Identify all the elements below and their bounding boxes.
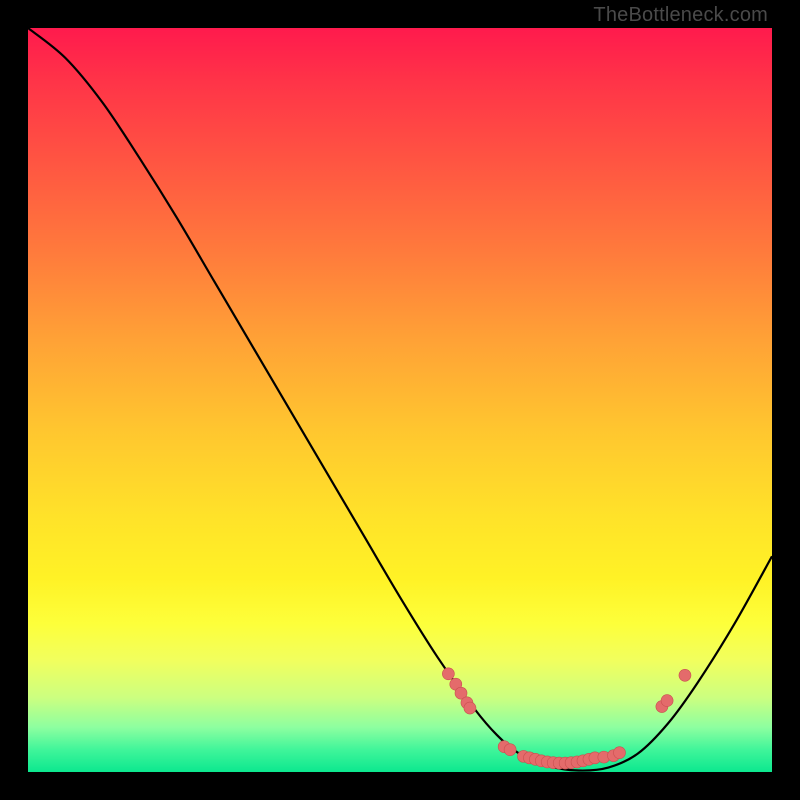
bottleneck-curve-path: [28, 28, 772, 771]
data-marker: [661, 695, 673, 707]
data-marker: [679, 669, 691, 681]
data-marker: [613, 747, 625, 759]
data-marker: [442, 668, 454, 680]
bottleneck-curve-svg: [28, 28, 772, 772]
data-marker: [464, 702, 476, 714]
data-marker: [504, 744, 516, 756]
plot-area: [28, 28, 772, 772]
marker-group: [442, 668, 691, 769]
chart-frame: TheBottleneck.com: [0, 0, 800, 800]
credit-label: TheBottleneck.com: [593, 4, 768, 27]
